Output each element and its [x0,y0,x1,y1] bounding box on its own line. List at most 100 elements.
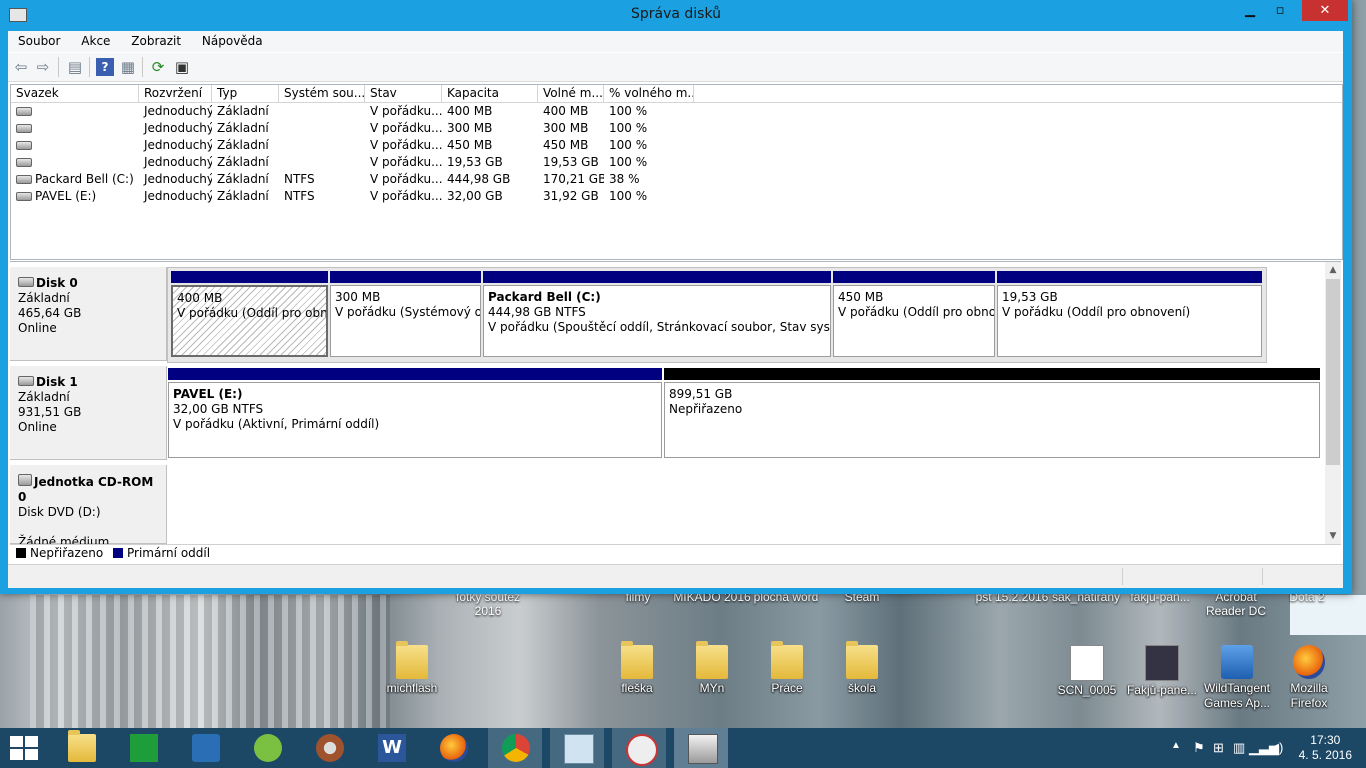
partition-disk1-e[interactable]: PAVEL (E:) 32,00 GB NTFS V pořádku (Akti… [168,368,662,458]
partition-size: 444,98 GB NTFS [488,305,586,319]
partition-disk0-recovery-3[interactable]: 19,53 GB V pořádku (Oddíl pro obnovení) [997,271,1262,357]
partition-disk0-c[interactable]: Packard Bell (C:) 444,98 GB NTFS V pořád… [483,271,831,357]
taskbar-firefox[interactable] [426,728,480,768]
taskbar-performance-monitor[interactable] [550,728,604,768]
column-header-stav[interactable]: Stav [365,85,442,102]
wildtangent-icon [1221,645,1253,679]
action-center-icon[interactable]: ⚑ [1193,740,1205,756]
column-header-kapacita[interactable]: Kapacita [442,85,538,102]
taskbar-disk-utility[interactable] [302,728,356,768]
partition-bar [171,271,328,283]
scroll-up-arrow-icon[interactable]: ▲ [1325,262,1341,278]
toolbar-separator [58,57,59,77]
column-header-typ[interactable]: Typ [212,85,279,102]
taskbar-chrome[interactable] [488,728,542,768]
desktop-icon-skola[interactable]: škola [822,641,902,696]
partition-status: V pořádku (Spouštěcí oddíl, Stránkovací … [488,320,830,334]
maximize-button[interactable]: ▫ [1266,0,1294,21]
menu-napoveda[interactable]: Nápověda [192,31,270,48]
taskbar-control-panel[interactable] [178,728,232,768]
console-tree-icon[interactable]: ▤ [66,58,84,76]
taskbar-store[interactable] [116,728,170,768]
disk-0-info[interactable]: Disk 0 Základní 465,64 GB Online [10,267,167,361]
cell-typ: Základní [217,172,269,186]
column-header-system[interactable]: Systém sou... [279,85,365,102]
partition-status: V pořádku (Oddíl pro obnovení) [838,305,995,319]
volume-icon[interactable]: ◀) [1269,740,1283,756]
legend: Nepřiřazeno Primární oddíl [10,544,1341,563]
partition-size: 300 MB [335,290,381,304]
taskbar-evernote[interactable] [240,728,294,768]
partition-box: 450 MB V pořádku (Oddíl pro obnovení) [833,285,995,357]
menu-akce[interactable]: Akce [71,31,117,48]
column-header-procenta[interactable]: % volného m... [604,85,694,102]
table-row[interactable]: Jednoduchý Základní V pořádku... 300 MB … [11,120,1342,137]
desktop-icon-firefox[interactable]: Mozilla Firefox [1272,645,1346,711]
partition-box: Packard Bell (C:) 444,98 GB NTFS V pořád… [483,285,831,357]
cell-rozvrzeni: Jednoduchý [144,104,212,118]
desktop-icon-scn0005[interactable]: SCN_0005 [1047,645,1127,698]
volume-list-header: Svazek Rozvržení Typ Systém sou... Stav … [11,85,1342,103]
desktop-icon-label[interactable]: Acrobat Reader DC [1196,590,1276,618]
cell-stav: V pořádku... [370,121,442,135]
partition-disk0-recovery-1[interactable]: 400 MB V pořádku (Oddíl pro obnovení) [171,271,328,357]
partition-disk1-unallocated[interactable]: 899,51 GB Nepřiřazeno [664,368,1320,458]
taskbar-compass[interactable] [612,728,666,768]
desktop-icon-myn[interactable]: MYn [672,641,752,696]
refresh-icon[interactable]: ⟳ [149,58,167,76]
vertical-scrollbar[interactable]: ▲ ▼ [1325,262,1341,544]
legend-swatch-unallocated [16,547,26,558]
column-header-volne[interactable]: Volné m... [538,85,604,102]
desktop-icon-label: Mozilla Firefox [1290,681,1328,710]
forward-arrow-icon[interactable]: ⇨ [34,58,52,76]
firefox-icon [440,734,468,762]
menu-bar: Soubor Akce Zobrazit Nápověda [8,31,1343,52]
disk-graphical-view: Disk 0 Základní 465,64 GB Online 400 MB … [10,261,1341,549]
status-bar [8,564,1343,588]
desktop-icon-wildtangent[interactable]: WildTangent Games Ap... [1197,645,1277,711]
properties-icon[interactable]: ▦ [119,58,137,76]
settings-icon[interactable]: ▣ [173,58,191,76]
toolbar: ⇦ ⇨ ▤ ? ▦ ⟳ ▣ [8,53,1343,82]
desktop-icon-fakju[interactable]: Fakjů-pane... [1122,645,1202,698]
help-icon[interactable]: ? [96,58,114,76]
cdrom-0-info[interactable]: Jednotka CD-ROM 0 Disk DVD (D:) Žádné mé… [10,465,167,549]
partition-label: Packard Bell (C:) [488,290,601,304]
desktop-icon-label[interactable]: fotky soutěž 2016 [448,590,528,618]
windows-logo-icon [10,749,23,760]
drive-icon [16,124,32,133]
desktop-icon-label: michflash [386,681,438,695]
cell-procenta: 100 % [609,104,648,118]
close-button[interactable]: ✕ [1302,0,1348,21]
network-icon[interactable]: ▥ [1233,740,1245,756]
taskbar-word[interactable]: W [364,728,418,768]
minimize-button[interactable]: ▁ [1236,0,1264,21]
table-row[interactable]: Packard Bell (C:) Jednoduchý Základní NT… [11,171,1342,188]
windows-icon[interactable]: ⊞ [1213,740,1224,756]
cell-system: NTFS [284,189,315,203]
start-button[interactable] [10,736,38,760]
scroll-down-arrow-icon[interactable]: ▼ [1325,528,1341,544]
column-header-svazek[interactable]: Svazek [11,85,139,102]
clock[interactable]: 17:30 4. 5. 2016 [1299,733,1352,763]
cell-svazek: PAVEL (E:) [35,189,97,203]
show-hidden-icons-icon[interactable]: ▲ [1171,740,1181,751]
taskbar-file-explorer[interactable] [54,728,108,768]
back-arrow-icon[interactable]: ⇦ [12,58,30,76]
table-row[interactable]: PAVEL (E:) Jednoduchý Základní NTFS V po… [11,188,1342,205]
desktop-icon-fleska[interactable]: fleška [597,641,677,696]
taskbar-disk-management[interactable] [674,728,728,768]
table-row[interactable]: Jednoduchý Základní V pořádku... 19,53 G… [11,154,1342,171]
table-row[interactable]: Jednoduchý Základní V pořádku... 450 MB … [11,137,1342,154]
desktop-icon-michflash[interactable]: michflash [372,641,452,696]
table-row[interactable]: Jednoduchý Základní V pořádku... 400 MB … [11,103,1342,120]
scrollbar-thumb[interactable] [1326,279,1340,465]
partition-disk0-efi[interactable]: 300 MB V pořádku (Systémový oddíl EFI) [330,271,481,357]
title-bar[interactable]: Správa disků ▁ ▫ ✕ [0,0,1352,31]
disk-1-info[interactable]: Disk 1 Základní 931,51 GB Online [10,366,167,460]
desktop-icon-prace[interactable]: Práce [747,641,827,696]
menu-zobrazit[interactable]: Zobrazit [121,31,188,48]
column-header-rozvrzeni[interactable]: Rozvržení [139,85,212,102]
partition-disk0-recovery-2[interactable]: 450 MB V pořádku (Oddíl pro obnovení) [833,271,995,357]
menu-soubor[interactable]: Soubor [8,31,67,48]
